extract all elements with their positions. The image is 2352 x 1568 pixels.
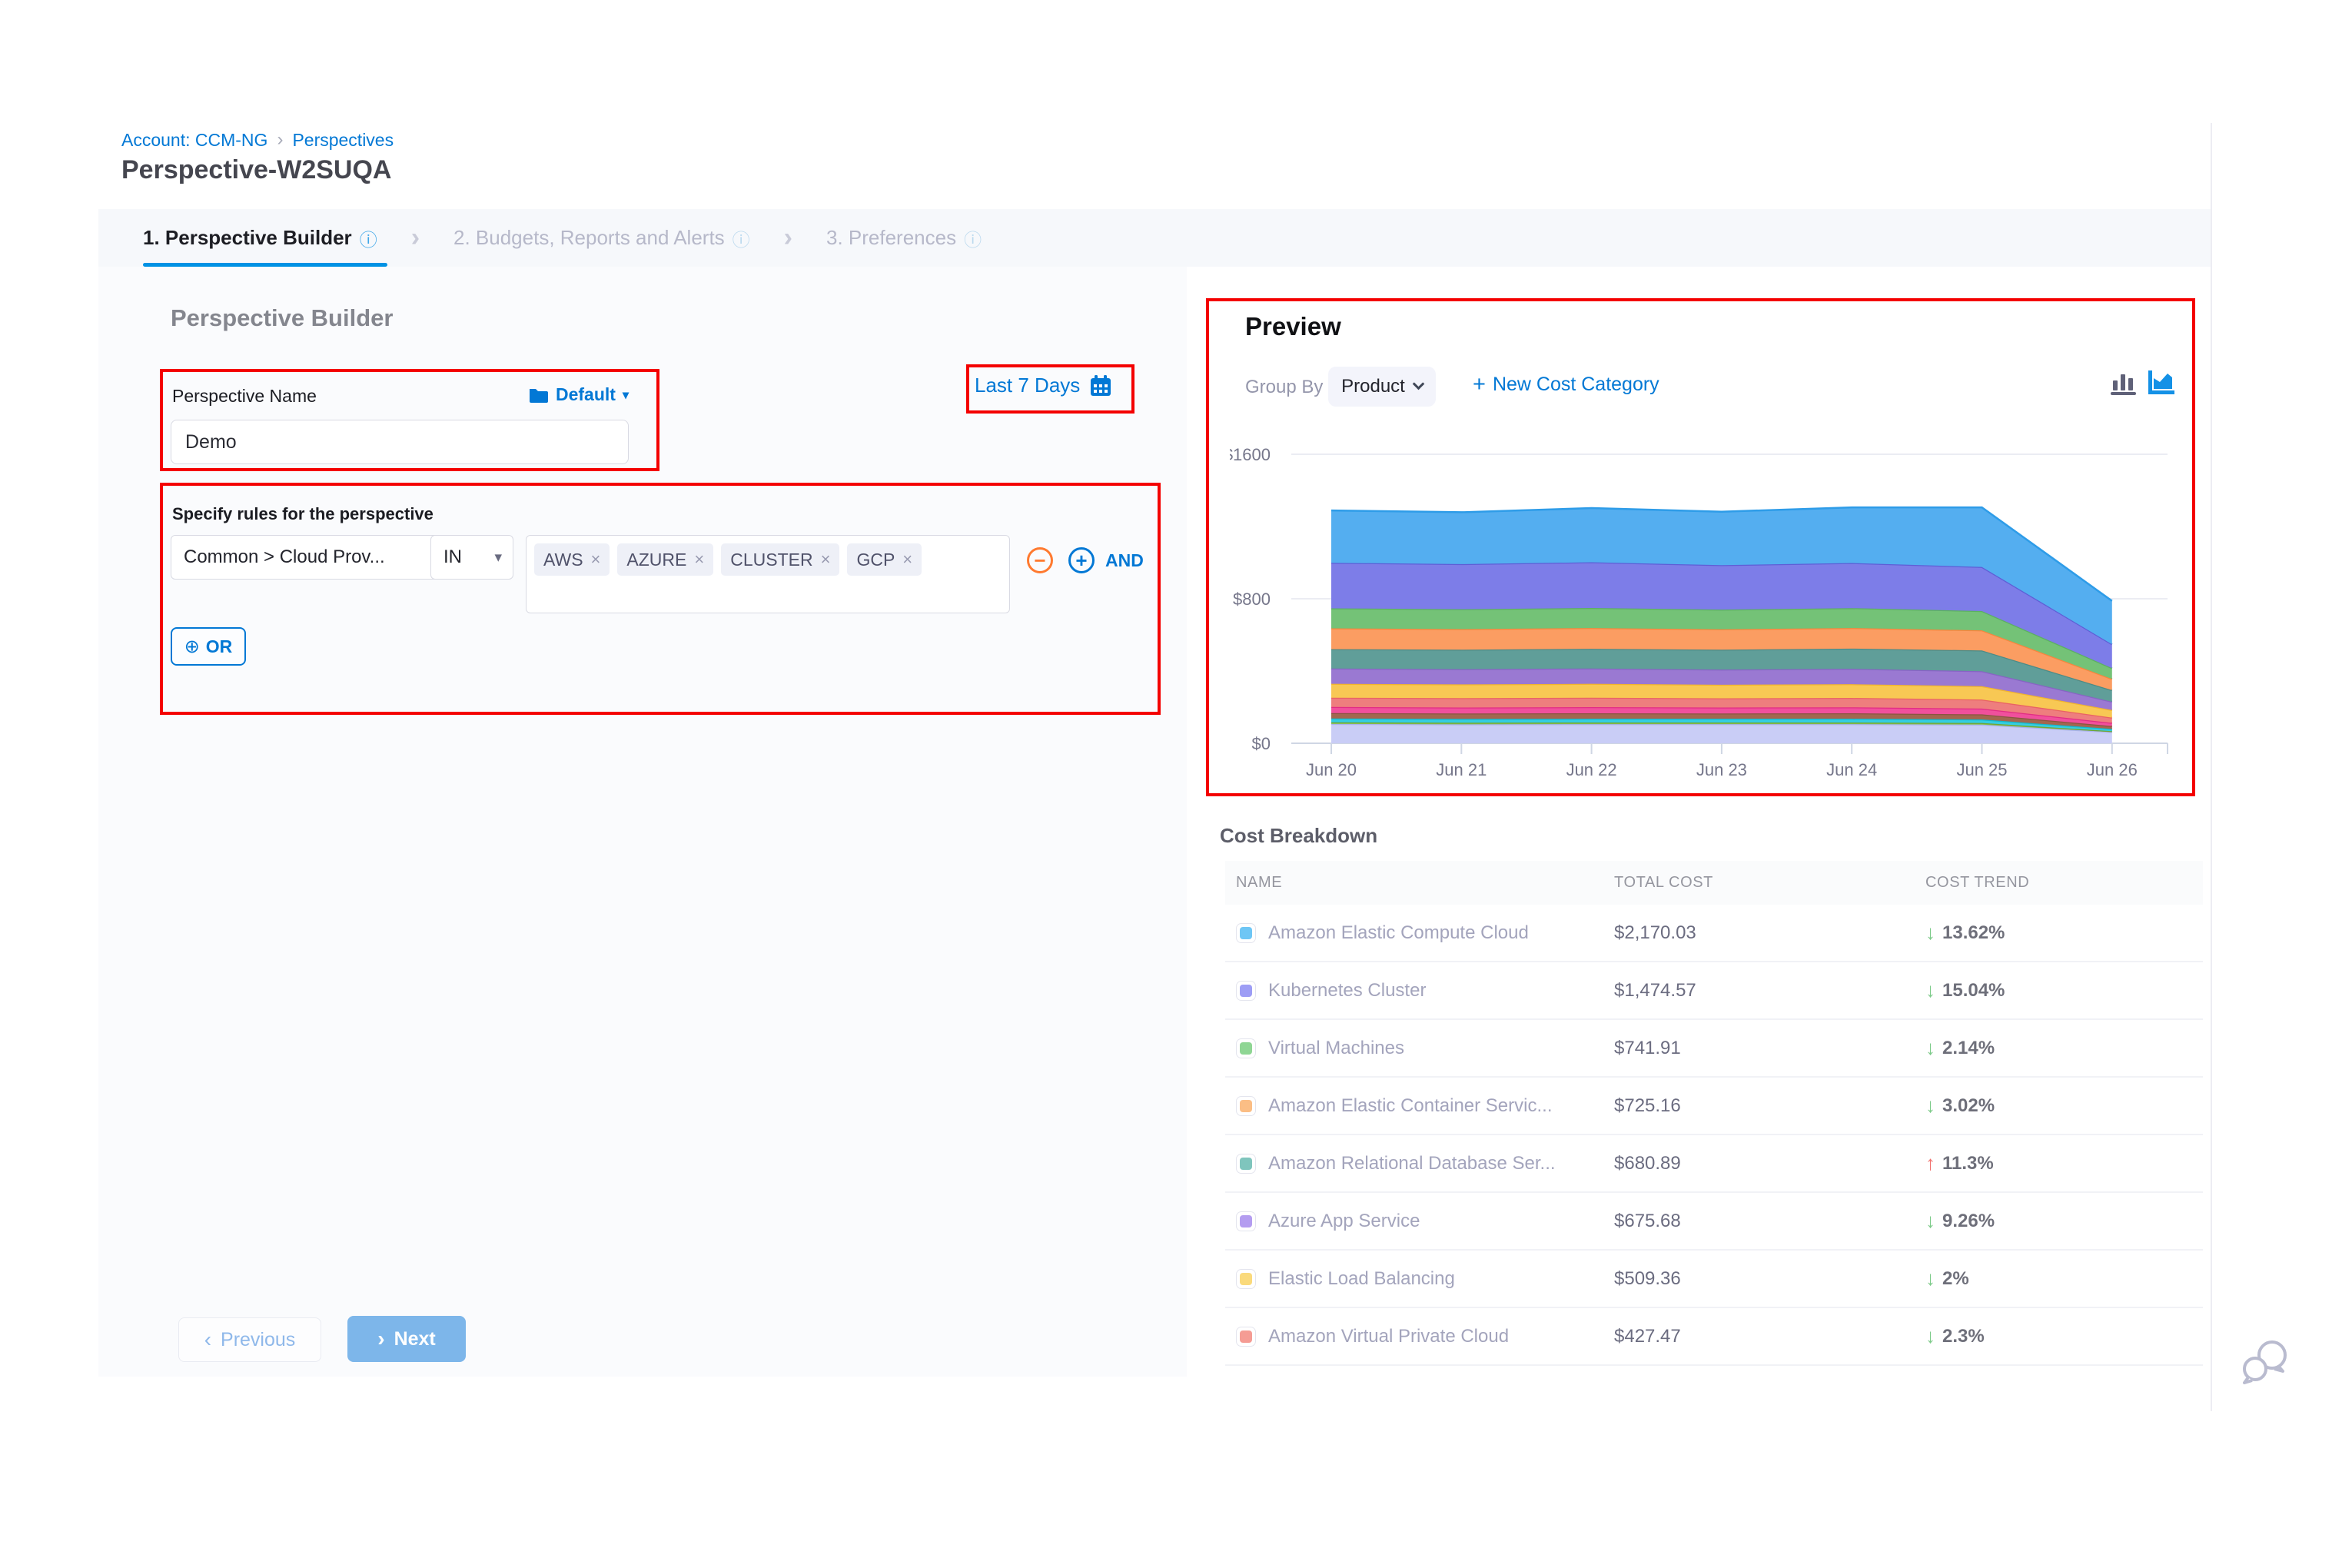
new-cost-category-button[interactable]: + New Cost Category xyxy=(1473,372,1659,397)
series-swatch xyxy=(1236,923,1256,943)
svg-text:Jun 24: Jun 24 xyxy=(1826,760,1877,779)
table-row[interactable]: Elastic Load Balancing $509.36 ↓2% xyxy=(1225,1251,2203,1308)
remove-rule-button[interactable]: − xyxy=(1027,547,1053,573)
series-swatch xyxy=(1236,1154,1256,1174)
trend-arrow-icon: ↓ xyxy=(1925,1209,1935,1233)
svg-text:Jun 21: Jun 21 xyxy=(1436,760,1487,779)
svg-text:Jun 26: Jun 26 xyxy=(2087,760,2138,779)
value-chip: AZURE × xyxy=(617,543,713,576)
close-icon[interactable]: × xyxy=(591,550,601,570)
previous-button[interactable]: ‹ Previous xyxy=(178,1317,321,1362)
close-icon[interactable]: × xyxy=(821,550,831,570)
cost-preview-chart: $0 $800 $1600 Jun 20 Jun 21 Jun 22 Jun 23 Jun 2… xyxy=(1230,430,2206,792)
area-chart-toggle-icon[interactable] xyxy=(2146,367,2177,400)
series-swatch xyxy=(1236,981,1256,1001)
trend-arrow-icon: ↑ xyxy=(1925,1151,1935,1175)
svg-text:Jun 25: Jun 25 xyxy=(1956,760,2007,779)
plus-circle-icon: ⊕ xyxy=(184,636,200,658)
value-chip: GCP × xyxy=(847,543,922,576)
folder-icon xyxy=(529,387,549,404)
preview-heading: Preview xyxy=(1245,312,1341,341)
breadcrumb-account-link[interactable]: Account: CCM-NG xyxy=(121,130,267,151)
trend-arrow-icon: ↓ xyxy=(1925,1267,1935,1291)
table-row[interactable]: Amazon Virtual Private Cloud $427.47 ↓2.… xyxy=(1225,1308,2203,1366)
wizard-tabbar: 1. Perspective Builder ⓘ › 2. Budgets, R… xyxy=(98,209,2211,267)
folder-label: Default xyxy=(556,384,616,405)
help-chat-icon[interactable] xyxy=(2238,1336,2295,1390)
and-label: AND xyxy=(1105,550,1144,571)
page-title: Perspective-W2SUQA xyxy=(121,155,391,185)
trend-arrow-icon: ↓ xyxy=(1925,921,1935,945)
table-row[interactable]: Virtual Machines $741.91 ↓2.14% xyxy=(1225,1020,2203,1078)
series-swatch xyxy=(1236,1211,1256,1231)
trend-arrow-icon: ↓ xyxy=(1925,1094,1935,1118)
caret-down-icon: ▾ xyxy=(623,387,629,403)
next-button[interactable]: › Next xyxy=(347,1316,466,1362)
svg-text:Jun 23: Jun 23 xyxy=(1696,760,1747,779)
chevron-right-icon: › xyxy=(784,223,792,253)
info-icon: ⓘ xyxy=(360,225,377,251)
perspective-name-label: Perspective Name xyxy=(172,386,317,407)
chevron-down-icon xyxy=(1413,378,1425,390)
add-rule-button[interactable]: + xyxy=(1068,547,1095,573)
rule-field-dropdown[interactable]: Common > Cloud Prov... ▾ xyxy=(171,535,457,580)
chevron-right-icon: › xyxy=(411,223,420,253)
trend-arrow-icon: ↓ xyxy=(1925,1324,1935,1348)
rule-values-multiselect[interactable]: AWS × AZURE × CLUSTER × GCP × xyxy=(526,535,1010,613)
info-icon: ⓘ xyxy=(964,225,982,251)
rule-operator-dropdown[interactable]: IN ▾ xyxy=(430,535,513,580)
table-row[interactable]: Amazon Elastic Container Servic... $725.… xyxy=(1225,1078,2203,1135)
info-icon: ⓘ xyxy=(733,225,750,251)
bar-chart-toggle-icon[interactable] xyxy=(2111,370,2140,400)
series-swatch xyxy=(1236,1096,1256,1116)
cost-breakdown-table: Amazon Elastic Compute Cloud $2,170.03 ↓… xyxy=(1225,905,2203,1366)
svg-text:Jun 20: Jun 20 xyxy=(1306,760,1357,779)
calendar-icon xyxy=(1089,374,1112,397)
table-row[interactable]: Amazon Elastic Compute Cloud $2,170.03 ↓… xyxy=(1225,905,2203,962)
svg-text:$0: $0 xyxy=(1252,734,1271,753)
add-or-rule-button[interactable]: ⊕ OR xyxy=(171,627,246,666)
series-swatch xyxy=(1236,1269,1256,1289)
perspective-name-input[interactable]: Demo xyxy=(171,420,629,464)
value-chip: AWS × xyxy=(534,543,610,576)
content-card-border xyxy=(2211,123,2212,1411)
table-row[interactable]: Azure App Service $675.68 ↓9.26% xyxy=(1225,1193,2203,1251)
breadcrumb-perspectives-link[interactable]: Perspectives xyxy=(292,130,394,151)
value-chip: CLUSTER × xyxy=(721,543,839,576)
group-by-label: Group By xyxy=(1245,377,1323,398)
builder-heading: Perspective Builder xyxy=(171,304,393,332)
series-swatch xyxy=(1236,1038,1256,1058)
date-range-picker[interactable]: Last 7 Days xyxy=(975,374,1112,397)
column-total-cost: TOTAL COST xyxy=(1614,874,1713,892)
table-row[interactable]: Kubernetes Cluster $1,474.57 ↓15.04% xyxy=(1225,962,2203,1020)
plus-icon: + xyxy=(1473,372,1486,397)
column-name: NAME xyxy=(1236,874,1282,892)
breadcrumb: Account: CCM-NG › Perspectives xyxy=(121,129,394,151)
group-by-dropdown[interactable]: Product xyxy=(1328,367,1436,407)
rules-section-label: Specify rules for the perspective xyxy=(172,504,434,524)
chevron-left-icon: ‹ xyxy=(204,1327,211,1352)
tab-preferences[interactable]: 3. Preferences ⓘ xyxy=(826,225,982,251)
trend-arrow-icon: ↓ xyxy=(1925,1036,1935,1060)
close-icon[interactable]: × xyxy=(694,550,704,570)
column-cost-trend: COST TREND xyxy=(1925,874,2029,892)
series-swatch xyxy=(1236,1327,1256,1347)
svg-text:Jun 22: Jun 22 xyxy=(1566,760,1617,779)
folder-selector[interactable]: Default ▾ xyxy=(529,384,629,405)
close-icon[interactable]: × xyxy=(902,550,912,570)
svg-text:$1600: $1600 xyxy=(1230,445,1271,464)
chevron-right-icon: › xyxy=(377,1327,384,1351)
table-row[interactable]: Amazon Relational Database Ser... $680.8… xyxy=(1225,1135,2203,1193)
breadcrumb-separator-icon: › xyxy=(277,129,283,151)
cost-breakdown-heading: Cost Breakdown xyxy=(1220,824,1377,848)
tab-perspective-builder[interactable]: 1. Perspective Builder ⓘ xyxy=(143,225,377,251)
svg-text:$800: $800 xyxy=(1233,590,1271,609)
trend-arrow-icon: ↓ xyxy=(1925,978,1935,1002)
tab-budgets-reports-alerts[interactable]: 2. Budgets, Reports and Alerts ⓘ xyxy=(453,225,750,251)
caret-down-icon: ▾ xyxy=(494,549,502,566)
table-header: NAME TOTAL COST COST TREND xyxy=(1225,861,2203,905)
